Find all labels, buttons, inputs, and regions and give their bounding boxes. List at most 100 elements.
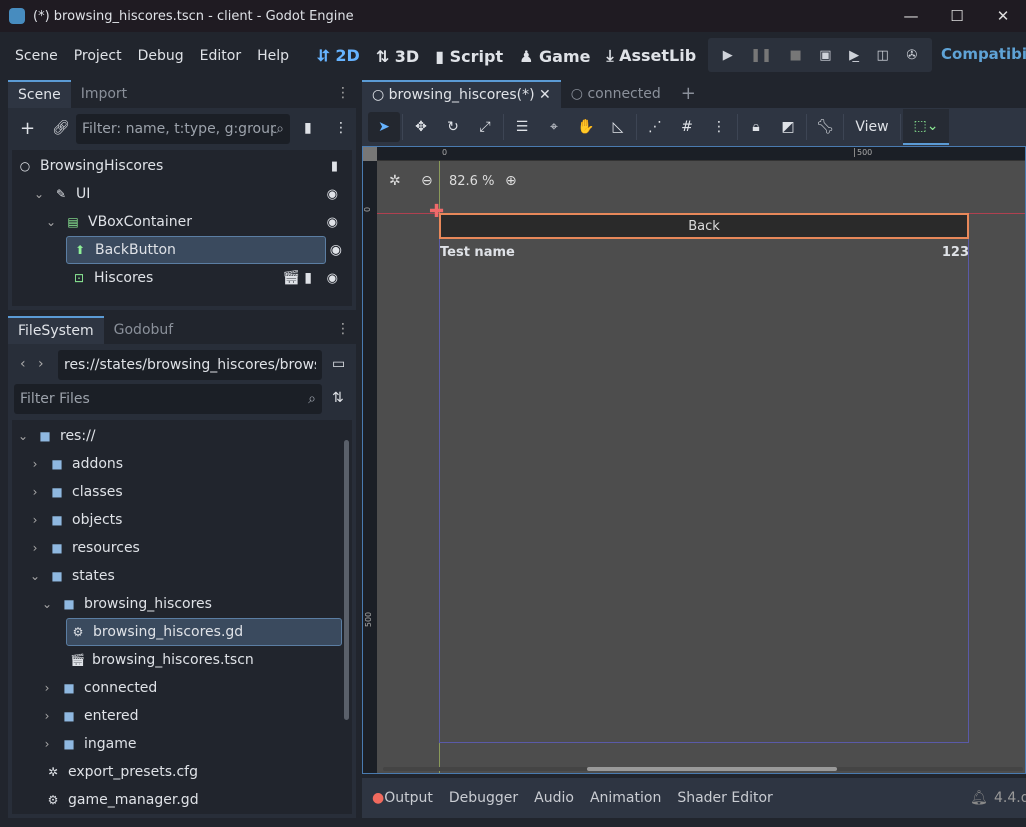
move-tool-icon[interactable]: ✥ <box>405 119 437 135</box>
visibility-eye-icon[interactable]: ◉ <box>327 271 338 286</box>
tab-connected[interactable]: ○ connected <box>561 80 671 108</box>
expand-icon[interactable]: › <box>40 709 54 723</box>
file-item-entered[interactable]: › ■ entered <box>40 702 139 730</box>
movie-maker-icon[interactable]: ✇ <box>906 48 917 63</box>
expand-icon[interactable]: › <box>28 541 42 555</box>
workspace-2d[interactable]: ⮃ 2D <box>309 46 368 66</box>
ruler-tool-icon[interactable]: ◺ <box>602 119 634 135</box>
tree-node-ui[interactable]: ⌄ ✎ UI ◉ <box>32 180 348 208</box>
tab-import[interactable]: Import <box>71 80 137 108</box>
zoom-out-icon[interactable]: ⊖ <box>421 173 433 189</box>
horizontal-scrollbar[interactable] <box>383 767 1023 771</box>
remote-debug-icon[interactable]: ▣ <box>819 48 831 63</box>
menu-editor[interactable]: Editor <box>192 48 249 64</box>
tree-node-hiscores[interactable]: ⊡ Hiscores 🎬︎ ▮ ◉ <box>72 264 348 292</box>
visibility-eye-icon[interactable]: ◉ <box>327 215 338 230</box>
renderer-selector[interactable]: Compatibility <box>941 45 1026 63</box>
path-field[interactable]: res://states/browsing_hiscores/browsi <box>58 350 322 380</box>
rotate-tool-icon[interactable]: ↻ <box>437 119 469 135</box>
pivot-tool-icon[interactable]: ⌖ <box>538 119 570 135</box>
back-icon[interactable]: ‹ <box>20 356 26 372</box>
script-icon[interactable]: ▮ <box>331 159 338 174</box>
group-icon[interactable]: ◩ <box>772 119 804 135</box>
tab-browsing-hiscores[interactable]: ○ browsing_hiscores(*) ✕ <box>362 80 561 108</box>
menu-kebab-icon[interactable]: ⋮ <box>336 321 350 337</box>
expand-icon[interactable]: › <box>28 457 42 471</box>
scrollbar-thumb[interactable] <box>587 767 837 771</box>
visibility-eye-icon[interactable]: ◉ <box>327 187 338 202</box>
sort-icon[interactable]: ⇅ <box>332 390 344 406</box>
play-icon[interactable]: ▶ <box>723 48 733 63</box>
select-tool-icon[interactable]: ➤ <box>368 112 400 142</box>
menu-help[interactable]: Help <box>249 48 297 64</box>
anchor-preset-icon[interactable]: ⬚⌄ <box>903 109 949 145</box>
zoom-in-icon[interactable]: ⊕ <box>505 173 517 189</box>
expand-icon[interactable]: › <box>40 681 54 695</box>
file-tree-scrollbar[interactable] <box>344 440 349 720</box>
file-item-resources[interactable]: › ■ resources <box>28 534 140 562</box>
pause-icon[interactable]: ❚❚ <box>750 48 772 63</box>
tab-debugger[interactable]: Debugger <box>449 790 518 806</box>
workspace-assetlib[interactable]: ⤓ AssetLib <box>598 46 704 66</box>
menu-project[interactable]: Project <box>66 48 130 64</box>
collapse-icon[interactable]: ⌄ <box>40 597 54 611</box>
file-item-export-presets[interactable]: ✲ export_presets.cfg <box>46 758 198 786</box>
lock-icon[interactable]: 🔒︎ <box>740 119 772 135</box>
visibility-eye-icon[interactable]: ◉ <box>330 242 342 258</box>
workspace-script[interactable]: ▮ Script <box>427 47 511 66</box>
menu-kebab-icon[interactable]: ⋮ <box>336 85 350 101</box>
expand-icon[interactable]: › <box>28 485 42 499</box>
tab-shader-editor[interactable]: Shader Editor <box>677 790 772 806</box>
more-icon[interactable]: ⋮ <box>334 120 348 136</box>
view-menu[interactable]: View <box>846 119 898 135</box>
file-item-browsing-hiscores-tscn[interactable]: 🎬︎ browsing_hiscores.tscn <box>70 646 254 674</box>
bone-icon[interactable]: 🦴︎ <box>809 119 841 135</box>
tab-output[interactable]: ●Output <box>372 790 433 806</box>
add-node-icon[interactable]: + <box>20 118 35 139</box>
file-item-game-manager[interactable]: ⚙ game_manager.gd <box>46 786 199 814</box>
file-item-classes[interactable]: › ■ classes <box>28 478 123 506</box>
file-item-browsing-hiscores[interactable]: ⌄ ■ browsing_hiscores <box>40 590 212 618</box>
play-scene-icon[interactable]: ▶̲ <box>849 48 859 63</box>
file-item-addons[interactable]: › ■ addons <box>28 450 124 478</box>
pan-tool-icon[interactable]: ✋ <box>570 119 602 135</box>
play-custom-icon[interactable]: ◫ <box>877 48 889 63</box>
expand-icon[interactable]: › <box>28 513 42 527</box>
pivot-cross-icon[interactable]: ✚ <box>429 203 444 221</box>
workspace-3d[interactable]: ⇅ 3D <box>368 47 427 66</box>
version-label[interactable]: 4.4.d <box>994 790 1026 806</box>
expand-icon[interactable]: › <box>40 737 54 751</box>
link-icon[interactable]: 🔗︎ <box>52 120 70 136</box>
menu-debug[interactable]: Debug <box>130 48 192 64</box>
file-item-ingame[interactable]: › ■ ingame <box>40 730 137 758</box>
zoom-level[interactable]: 82.6 % <box>449 174 494 189</box>
tab-filesystem[interactable]: FileSystem <box>8 316 104 344</box>
minimize-button[interactable]: — <box>888 0 934 32</box>
center-view-icon[interactable]: ✲ <box>389 173 401 189</box>
file-item-connected[interactable]: › ■ connected <box>40 674 158 702</box>
tree-node-vboxcontainer[interactable]: ⌄ ▤ VBoxContainer ◉ <box>44 208 348 236</box>
scene-filter-input[interactable]: Filter: name, t:type, g:group ⌕ <box>76 114 290 144</box>
list-select-icon[interactable]: ☰ <box>506 119 538 135</box>
menu-scene[interactable]: Scene <box>7 48 66 64</box>
collapse-icon[interactable]: ⌄ <box>32 187 46 201</box>
forward-icon[interactable]: › <box>38 356 44 372</box>
tree-node-browsinghiscores[interactable]: ○ BrowsingHiscores ▮ <box>18 152 348 180</box>
split-view-icon[interactable]: ▭ <box>332 356 345 372</box>
grid-snap-icon[interactable]: # <box>671 119 703 135</box>
workspace-game[interactable]: ♟ Game <box>511 47 598 66</box>
file-item-objects[interactable]: › ■ objects <box>28 506 123 534</box>
tab-audio[interactable]: Audio <box>534 790 574 806</box>
bell-icon[interactable]: 🔔︎ <box>970 790 988 806</box>
add-tab-icon[interactable]: + <box>671 80 706 108</box>
canvas-viewport[interactable]: 0 500 0 500 ✲ ⊖ 82.6 % ⊕ Back ✚ Test nam… <box>362 146 1026 774</box>
collapse-icon[interactable]: ⌄ <box>28 569 42 583</box>
tab-scene[interactable]: Scene <box>8 80 71 108</box>
tab-animation[interactable]: Animation <box>590 790 661 806</box>
collapse-icon[interactable]: ⌄ <box>44 215 58 229</box>
file-item-browsing-hiscores-gd[interactable]: ⚙ browsing_hiscores.gd <box>66 618 342 646</box>
back-button-preview[interactable]: Back <box>439 213 969 239</box>
scene-instance-icon[interactable]: 🎬︎ ▮ <box>282 270 312 286</box>
tree-node-backbutton[interactable]: ⬆ BackButton <box>66 236 326 264</box>
stop-icon[interactable]: ■ <box>790 48 802 63</box>
